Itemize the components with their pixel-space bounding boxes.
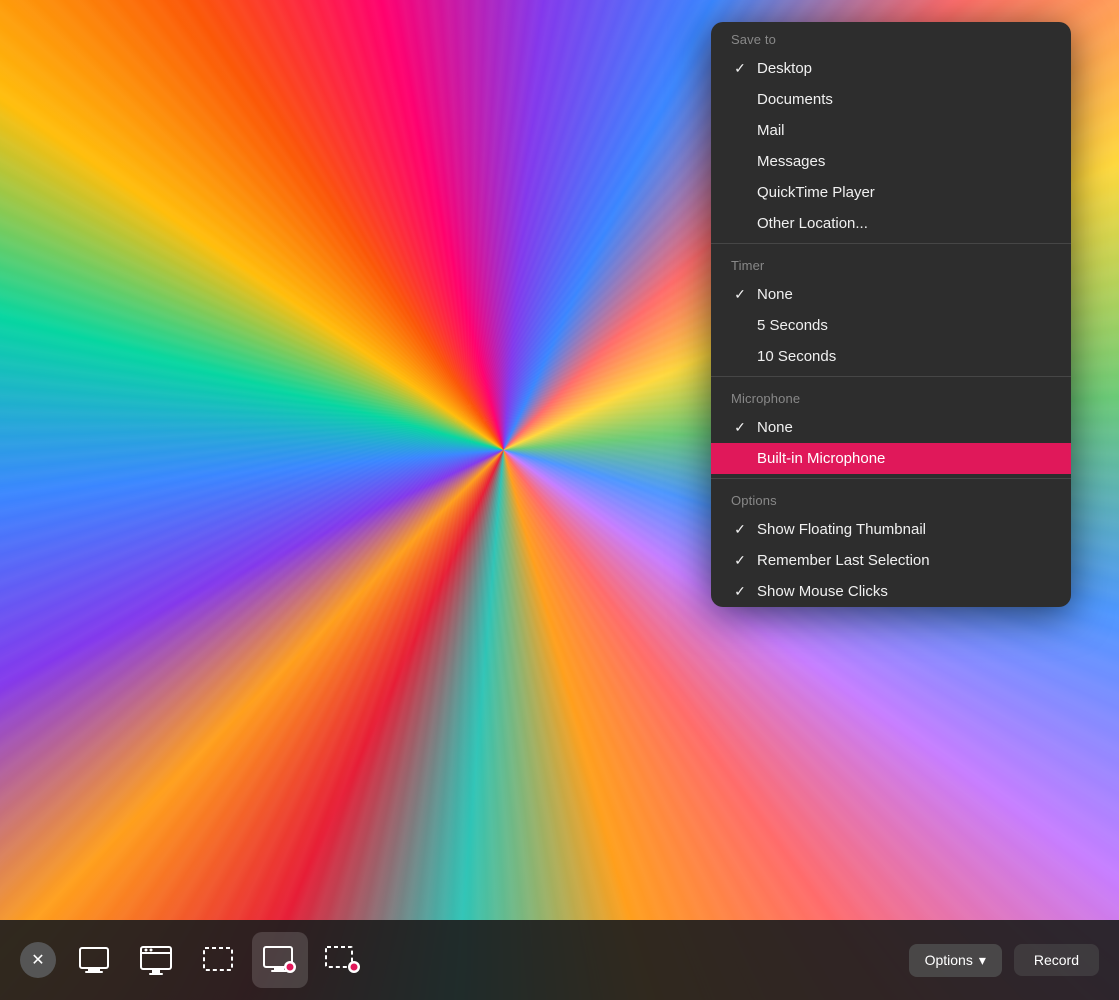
menu-item-desktop[interactable]: ✓ Desktop [711,53,1071,84]
portion-record-icon [323,941,361,979]
portion-record-button[interactable] [314,932,370,988]
checkmark-timer-none: ✓ [731,286,749,303]
close-button[interactable]: ✕ [20,942,56,978]
checkmark-mic-none: ✓ [731,419,749,436]
options-section-label: Options [711,483,1071,514]
menu-item-quicktime[interactable]: ✓ QuickTime Player [711,177,1071,208]
menu-item-other[interactable]: ✓ Other Location... [711,208,1071,239]
timer-10sec-label: 10 Seconds [757,348,1051,365]
remember-selection-label: Remember Last Selection [757,552,1051,569]
divider-1 [711,243,1071,244]
checkmark-show-clicks: ✓ [731,583,749,600]
menu-item-documents[interactable]: ✓ Documents [711,84,1071,115]
show-clicks-label: Show Mouse Clicks [757,583,1051,600]
timer-label: Timer [711,248,1071,279]
save-to-label: Save to [711,22,1071,53]
menu-item-messages[interactable]: ✓ Messages [711,146,1071,177]
toolbar: ✕ [0,920,1119,1000]
selection-icon [200,942,236,978]
toolbar-right: Options ▾ Record [909,944,1099,977]
messages-label: Messages [757,153,1051,170]
microphone-label: Microphone [711,381,1071,412]
options-button-label: Options [925,952,973,968]
selection-capture-button[interactable] [190,932,246,988]
checkmark-floating-thumbnail: ✓ [731,521,749,538]
menu-item-mail[interactable]: ✓ Mail [711,115,1071,146]
menu-item-show-clicks[interactable]: ✓ Show Mouse Clicks [711,576,1071,607]
menu-item-floating-thumbnail[interactable]: ✓ Show Floating Thumbnail [711,514,1071,545]
documents-label: Documents [757,91,1051,108]
quicktime-label: QuickTime Player [757,184,1051,201]
menu-item-timer-10sec[interactable]: ✓ 10 Seconds [711,341,1071,372]
record-button[interactable]: Record [1014,944,1099,976]
menu-item-mic-none[interactable]: ✓ None [711,412,1071,443]
builtin-mic-label: Built-in Microphone [757,450,1051,467]
chevron-down-icon: ▾ [979,952,986,969]
record-button-label: Record [1034,952,1079,968]
fullscreen-capture-button[interactable] [66,932,122,988]
floating-thumbnail-label: Show Floating Thumbnail [757,521,1051,538]
toolbar-left: ✕ [20,932,370,988]
desktop-label: Desktop [757,60,1051,77]
menu-item-builtin-mic[interactable]: ✓ Built-in Microphone [711,443,1071,474]
mail-label: Mail [757,122,1051,139]
close-icon: ✕ [31,950,44,970]
timer-5sec-label: 5 Seconds [757,317,1051,334]
checkmark-remember-selection: ✓ [731,552,749,569]
divider-2 [711,376,1071,377]
mic-none-label: None [757,419,1051,436]
menu-item-remember-selection[interactable]: ✓ Remember Last Selection [711,545,1071,576]
fullscreen-icon [76,942,112,978]
window-icon [138,942,174,978]
divider-3 [711,478,1071,479]
screen-record-button[interactable] [252,932,308,988]
timer-none-label: None [757,286,1051,303]
menu-item-timer-none[interactable]: ✓ None [711,279,1071,310]
dropdown-menu: Save to ✓ Desktop ✓ Documents ✓ Mail ✓ M… [711,22,1071,607]
menu-item-timer-5sec[interactable]: ✓ 5 Seconds [711,310,1071,341]
screen-record-icon [261,941,299,979]
other-label: Other Location... [757,215,1051,232]
options-button[interactable]: Options ▾ [909,944,1002,977]
window-capture-button[interactable] [128,932,184,988]
checkmark-desktop: ✓ [731,60,749,77]
